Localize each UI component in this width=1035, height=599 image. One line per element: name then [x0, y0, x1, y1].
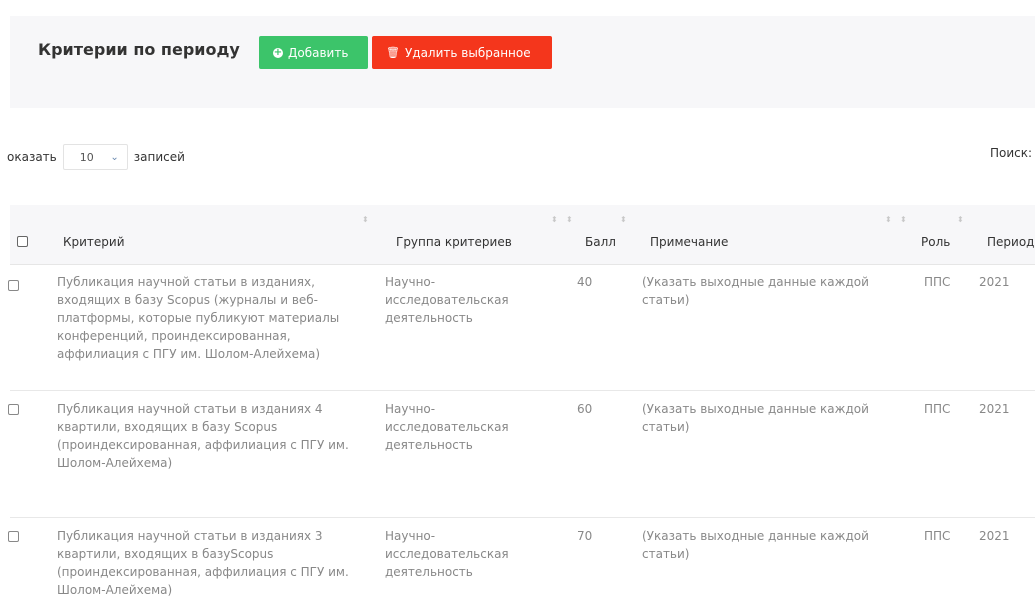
- cell-note: (Указать выходные данные каждой статьи): [642, 275, 869, 307]
- cell-score: 60: [577, 402, 593, 416]
- cell-score: 70: [577, 529, 593, 543]
- trash-icon: 🗑: [386, 46, 400, 59]
- column-header-group[interactable]: Группа критериев: [396, 235, 512, 249]
- cell-score: 40: [577, 275, 593, 289]
- column-header-period[interactable]: Период: [987, 235, 1034, 249]
- page-length-select[interactable]: 10 ⌄: [62, 144, 128, 170]
- cell-note: (Указать выходные данные каждой статьи): [642, 529, 869, 561]
- sort-icon[interactable]: ⬍: [885, 215, 892, 224]
- cell-criterion: Публикация научной статьи в изданиях 3 к…: [57, 529, 349, 597]
- sort-icon[interactable]: ⬍: [620, 215, 627, 224]
- cell-group: Научно-исследовательская деятельность: [385, 275, 509, 325]
- cell-role: ППС: [924, 275, 951, 289]
- row-divider: [10, 390, 1035, 391]
- cell-note: (Указать выходные данные каждой статьи): [642, 402, 869, 434]
- column-header-score[interactable]: Балл: [585, 235, 616, 249]
- row-checkbox[interactable]: [8, 404, 19, 415]
- add-button[interactable]: + Добавить: [259, 36, 368, 69]
- column-header-note[interactable]: Примечание: [650, 235, 728, 249]
- delete-button-label: Удалить выбранное: [404, 45, 531, 60]
- cell-period: 2021: [979, 402, 1010, 416]
- cell-group: Научно-исследовательская деятельность: [385, 402, 509, 452]
- page-title: Критерии по периоду: [38, 40, 240, 59]
- cell-role: ППС: [924, 402, 951, 416]
- cell-group: Научно-исследовательская деятельность: [385, 529, 509, 579]
- length-prefix: оказать: [7, 150, 57, 164]
- cell-criterion: Публикация научной статьи в изданиях 4 к…: [57, 402, 349, 470]
- table-header: [10, 205, 1035, 265]
- row-checkbox[interactable]: [8, 531, 19, 542]
- add-button-label: Добавить: [288, 45, 349, 60]
- sort-icon[interactable]: ⬍: [566, 215, 573, 224]
- cell-criterion: Публикация научной статьи в изданиях, вх…: [57, 275, 340, 361]
- chevron-down-icon: ⌄: [110, 151, 119, 163]
- length-suffix: записей: [133, 150, 185, 164]
- sort-icon[interactable]: ⬍: [362, 215, 369, 224]
- cell-role: ППС: [924, 529, 951, 543]
- page-length-value: 10: [79, 150, 94, 164]
- cell-period: 2021: [979, 275, 1010, 289]
- sort-icon[interactable]: ⬍: [551, 215, 558, 224]
- search-label: Поиск:: [990, 146, 1033, 160]
- select-all-checkbox[interactable]: [17, 236, 28, 247]
- column-header-role[interactable]: Роль: [921, 235, 950, 249]
- delete-selected-button[interactable]: 🗑 Удалить выбранное: [372, 36, 552, 69]
- cell-period: 2021: [979, 529, 1010, 543]
- column-header-criterion[interactable]: Критерий: [63, 235, 125, 249]
- row-checkbox[interactable]: [8, 280, 19, 291]
- sort-icon[interactable]: ⬍: [900, 215, 907, 224]
- row-divider: [10, 517, 1035, 518]
- page-length-control: оказать 10 ⌄ записей: [7, 144, 185, 170]
- sort-icon[interactable]: ⬍: [957, 215, 964, 224]
- plus-circle-icon: +: [273, 46, 283, 58]
